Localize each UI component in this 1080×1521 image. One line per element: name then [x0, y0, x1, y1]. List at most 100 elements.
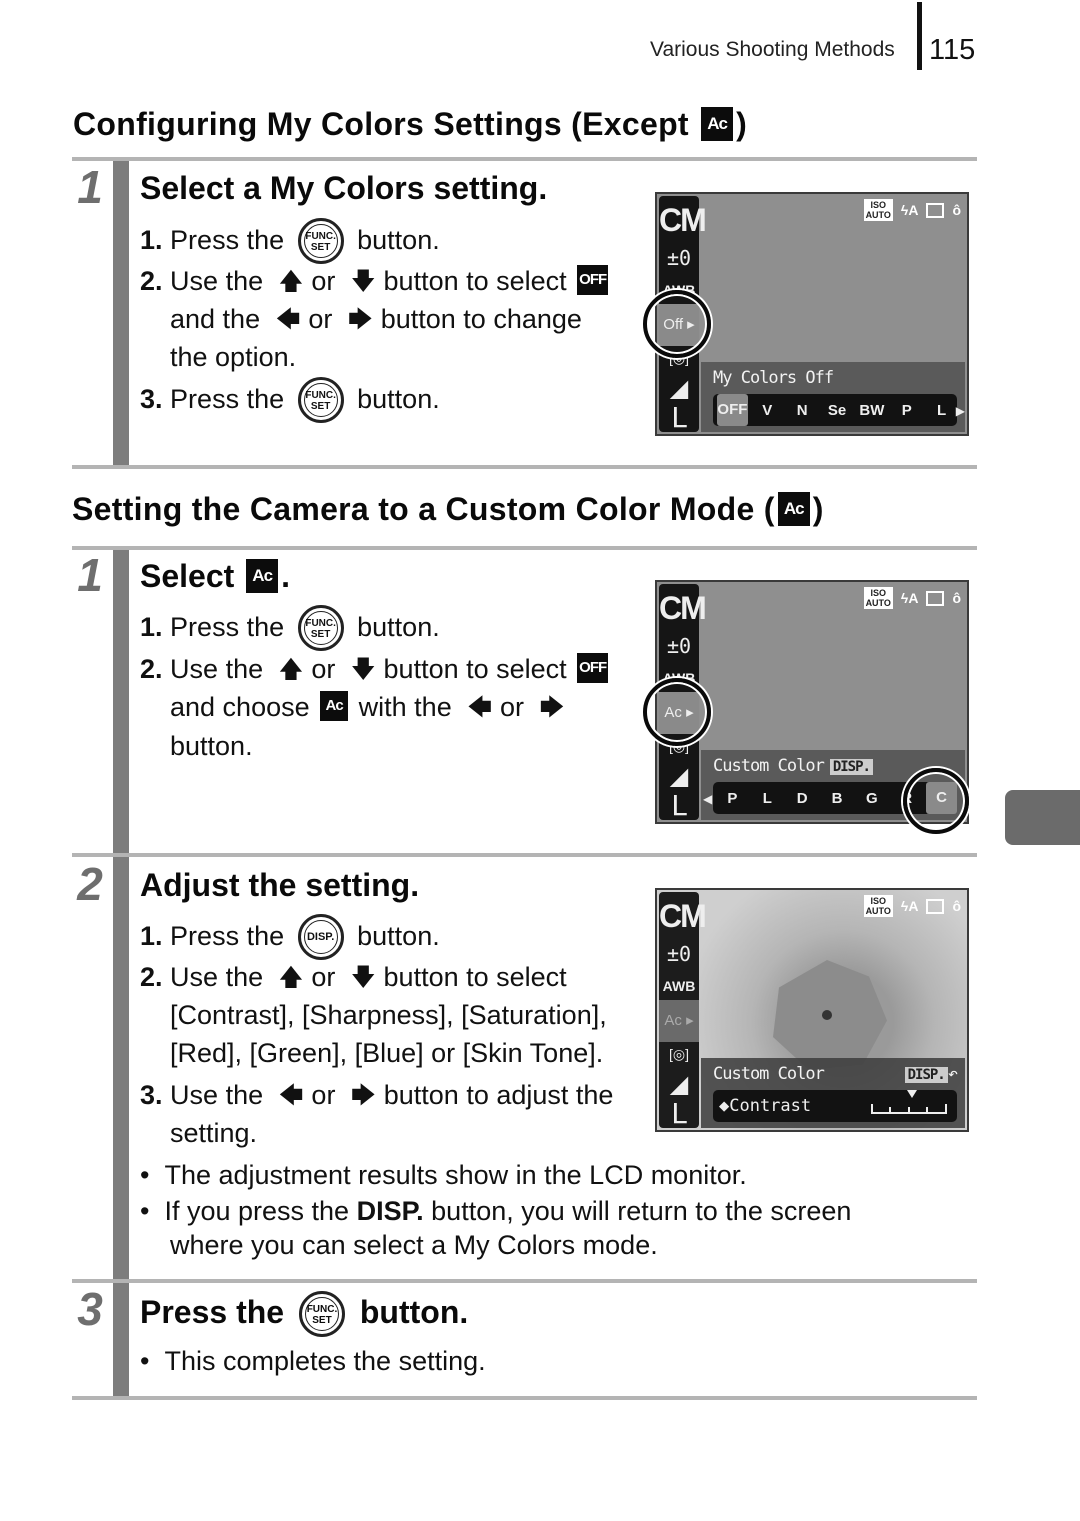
bullet-item-cont: where you can select a My Colors mode.	[170, 1230, 658, 1260]
paren: )	[812, 491, 824, 527]
instruction-2-cont2: the option.	[170, 342, 297, 372]
custom-color-icon: Ac	[246, 558, 279, 593]
step-bar	[113, 161, 129, 465]
option-vivid-icon: V	[762, 401, 773, 419]
bullet-text: If you press the	[164, 1196, 350, 1226]
item-text: button to select	[383, 962, 567, 992]
divider	[72, 1279, 977, 1283]
instruction-2-cont: and the 🡄 or 🡆 button to change	[170, 306, 582, 333]
option-off-icon: OFF	[717, 394, 748, 426]
section-title-custom-color: Setting the Camera to a Custom Color Mod…	[72, 491, 824, 528]
scroll-left-icon: ◀	[703, 792, 713, 806]
func-set-button-icon: FUNC. SET	[297, 604, 344, 651]
up-arrow-icon: 🡅	[278, 964, 304, 991]
item-num: 2.	[140, 962, 163, 992]
option-positive-film-icon: P	[727, 789, 738, 807]
image-size-icon: L	[671, 1097, 687, 1130]
item-text: Use the	[170, 962, 264, 992]
option-sepia-icon: Se	[827, 401, 847, 419]
flash-auto-icon: ϟA	[900, 590, 919, 606]
contrast-scale	[871, 1090, 947, 1114]
iso-auto-icon: ISO AUTO	[863, 587, 893, 609]
step-bar	[113, 550, 129, 853]
left-arrow-icon: 🡄	[275, 306, 301, 333]
image-size-icon: L	[671, 401, 687, 434]
custom-color-icon: Ac	[701, 106, 734, 141]
shooting-mode-icon: CM	[659, 202, 707, 238]
bullet-text: The adjustment results show in the LCD m…	[164, 1160, 747, 1190]
item-text: Press the	[170, 612, 285, 642]
item-text: or	[311, 654, 336, 684]
up-arrow-icon: 🡅	[278, 268, 304, 295]
right-arrow-icon: 🡆	[347, 306, 373, 333]
step-title: Select Ac.	[140, 558, 290, 595]
option-darker-skin-icon: D	[796, 789, 808, 807]
flash-auto-icon: ϟA	[900, 202, 919, 218]
func-set-button-icon: FUNC. SET	[297, 376, 344, 423]
divider	[72, 546, 977, 550]
bullet-item: • The adjustment results show in the LCD…	[140, 1162, 747, 1189]
bullet-text: button, you will return to the screen	[431, 1196, 852, 1226]
instruction-3-cont: setting.	[170, 1118, 258, 1148]
item-text: or	[500, 692, 525, 722]
option-lighter-skin-icon: L	[762, 789, 772, 807]
metering-icon: [◎]	[669, 1046, 689, 1062]
contrast-label: ◆Contrast	[719, 1096, 812, 1116]
lcd-bottom-panel: My Colors Off OFF V N Se BW P L ▶	[701, 362, 965, 432]
flower-photo	[773, 960, 887, 1070]
highlight-circle	[643, 678, 711, 746]
shooting-mode-icon: CM	[659, 590, 707, 626]
item-text: button to adjust the	[383, 1080, 614, 1110]
item-num: 3.	[140, 384, 163, 414]
item-text: button to select	[383, 654, 567, 684]
item-text: button to select	[383, 266, 567, 296]
item-text: or	[308, 304, 333, 334]
lcd-status-icons: ISO AUTO ϟA ô	[863, 199, 961, 221]
step-bar	[113, 1283, 129, 1397]
item-text: Press the	[170, 384, 285, 414]
option-positive-film-icon: P	[901, 401, 912, 419]
step-number: 1	[77, 161, 103, 213]
lcd-disp-back: DISP. ↶	[899, 1064, 958, 1084]
lcd-status-icons: ISO AUTO ϟA ô	[863, 587, 961, 609]
quality-icon: ◢	[669, 763, 689, 790]
instruction-2-cont2: [Red], [Green], [Blue] or [Skin Tone].	[170, 1038, 604, 1068]
iso-auto-icon: ISO AUTO	[863, 199, 893, 221]
exposure-value: ±0	[666, 634, 692, 658]
disp-label: DISP.	[356, 1196, 424, 1226]
option-bw-icon: BW	[859, 401, 885, 419]
instruction-1: 1. Press the DISP. button.	[140, 913, 440, 960]
item-text: button.	[357, 921, 440, 951]
return-icon: ↶	[947, 1064, 958, 1084]
af-frame-icon	[926, 590, 945, 606]
running-head: Various Shooting Methods	[650, 38, 895, 61]
step-number: 1	[77, 549, 103, 601]
item-text: and choose	[170, 692, 310, 722]
shooting-mode-icon: CM	[659, 898, 707, 934]
instruction-2: 2. Use the 🡅 or 🡇 button to select	[140, 964, 567, 991]
step-title-text: Select	[140, 558, 235, 594]
item-text: and the	[170, 304, 261, 334]
instruction-2: 2. Use the 🡅 or 🡇 button to select OFF	[140, 652, 611, 684]
page-number: 115	[929, 34, 976, 66]
divider	[72, 853, 977, 857]
iso-auto-icon: ISO AUTO	[863, 895, 893, 917]
left-arrow-icon: 🡄	[278, 1082, 304, 1109]
item-num: 2.	[140, 266, 163, 296]
step-title: Press the FUNC. SET button.	[140, 1290, 468, 1337]
item-num: 2.	[140, 654, 163, 684]
option-vivid-green-icon: G	[866, 789, 878, 807]
custom-color-menu-item: Ac ▸	[659, 1000, 699, 1042]
custom-color-icon: Ac	[777, 491, 810, 526]
divider	[72, 1396, 977, 1400]
up-arrow-icon: 🡅	[278, 656, 304, 683]
quality-icon: ◢	[669, 375, 689, 402]
item-num: 3.	[140, 1080, 163, 1110]
instruction-1: 1. Press the FUNC. SET button.	[140, 604, 440, 651]
lcd-mode-label: My Colors Off	[713, 368, 834, 388]
option-vivid-blue-icon: B	[831, 789, 843, 807]
disp-tag-icon: DISP.	[904, 1067, 948, 1083]
header-divider	[917, 2, 922, 70]
flash-auto-icon: ϟA	[900, 898, 919, 914]
disp-tag-icon: DISP.	[829, 759, 873, 775]
